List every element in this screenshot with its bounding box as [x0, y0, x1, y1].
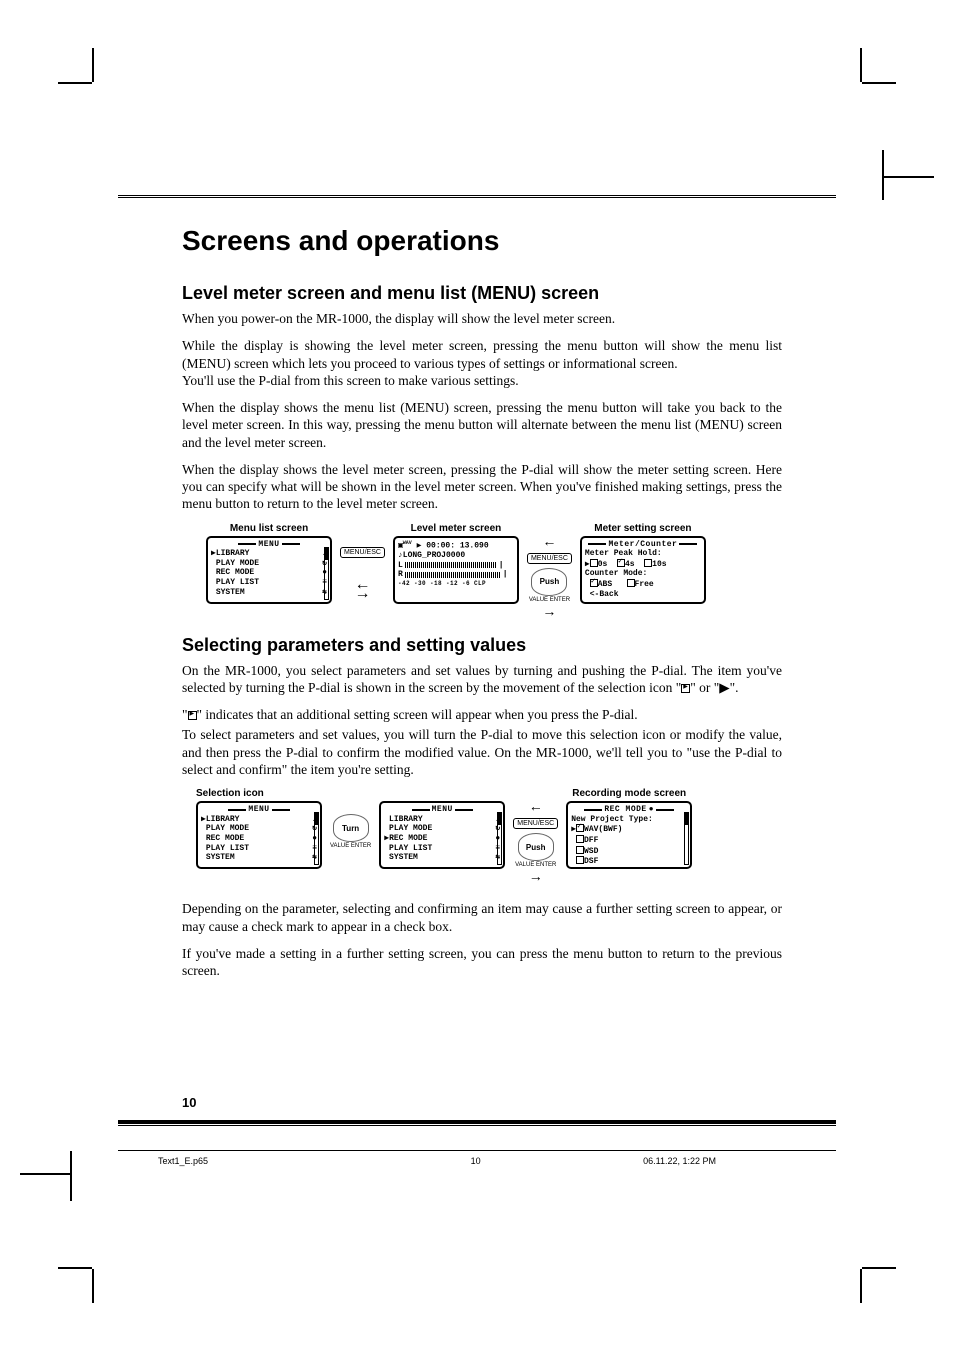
- body-text: To select parameters and set values, you…: [182, 726, 782, 778]
- body-text: On the MR-1000, you select parameters an…: [182, 662, 782, 697]
- lcd-menu-list: MENU ▶LIBRARY♪ PLAY MODE↻ REC MODE● PLAY…: [206, 536, 332, 604]
- body-text: When the display shows the menu list (ME…: [182, 399, 782, 451]
- footer: Text1_E.p65 10 06.11.22, 1:22 PM: [118, 1156, 836, 1166]
- fig-label-meter: Meter setting screen: [594, 523, 691, 534]
- crop-mark: [58, 82, 92, 84]
- crop-mark: [882, 150, 884, 200]
- crop-mark: [884, 176, 934, 178]
- lcd-menu-sel1: MENU ▶LIBRARY♪ PLAY MODE↻ REC MODE● PLAY…: [196, 801, 322, 869]
- fig-label-menu: Menu list screen: [230, 523, 308, 534]
- figure-row-1: Menu list screen MENU ▶LIBRARY♪ PLAY MOD…: [206, 523, 782, 621]
- left-arrow-icon: ←: [542, 535, 556, 551]
- header-rule: [118, 195, 836, 198]
- right-arrow-icon: →: [542, 605, 556, 621]
- p-dial-turn-icon: Turn: [333, 814, 369, 842]
- footer-rule-thin: [118, 1150, 836, 1151]
- lcd-meter-setting: Meter/Counter Meter Peak Hold: ▶0s 4s 10…: [580, 536, 706, 604]
- dial-labels: VALUE ENTER: [515, 862, 556, 868]
- crop-mark: [92, 48, 94, 82]
- page-number: 10: [182, 1095, 196, 1110]
- crop-mark: [860, 48, 862, 82]
- menu-button-icon: MENU/ESC: [340, 547, 385, 558]
- body-text: When you power-on the MR-1000, the displ…: [182, 310, 782, 327]
- fig-label-selection: Selection icon: [196, 788, 264, 799]
- crop-mark: [58, 1267, 92, 1269]
- footer-date: 06.11.22, 1:22 PM: [643, 1156, 716, 1166]
- body-text: If you've made a setting in a further se…: [182, 945, 782, 980]
- section-heading: Selecting parameters and setting values: [182, 635, 782, 656]
- body-text: While the display is showing the level m…: [182, 337, 782, 389]
- body-text: When the display shows the level meter s…: [182, 461, 782, 513]
- section-heading: Level meter screen and menu list (MENU) …: [182, 283, 782, 304]
- footer-file: Text1_E.p65: [158, 1156, 208, 1166]
- crop-mark: [92, 1269, 94, 1303]
- page-title: Screens and operations: [182, 225, 782, 257]
- selection-icon: [188, 711, 197, 720]
- menu-button-icon: MENU/ESC: [513, 818, 558, 829]
- lcd-menu-sel2: MENU LIBRARY♪ PLAY MODE↻ ▶REC MODE● PLAY…: [379, 801, 505, 869]
- selection-icon: [681, 684, 690, 693]
- footer-page: 10: [471, 1156, 481, 1166]
- fig-label-level: Level meter screen: [411, 523, 502, 534]
- crop-mark: [860, 1269, 862, 1303]
- left-arrow-icon: ←: [529, 800, 543, 816]
- fig-label-rec: Recording mode screen: [572, 788, 686, 799]
- body-text: "" indicates that an additional setting …: [182, 706, 782, 723]
- lcd-rec-mode: REC MODE ● New Project Type: ▶WAV(BWF) D…: [566, 801, 692, 869]
- dial-labels: VALUE ENTER: [330, 843, 371, 849]
- lcd-level-meter: ▣WAV ▶ 00:00: 13.090 ♪LONG_PROJ0000 L| R…: [393, 536, 519, 604]
- crop-mark: [70, 1151, 72, 1201]
- double-arrow-icon: ←→: [354, 580, 370, 599]
- dial-labels: VALUE ENTER: [529, 597, 570, 603]
- crop-mark: [20, 1173, 70, 1175]
- footer-rule: [118, 1120, 836, 1126]
- crop-mark: [862, 82, 896, 84]
- body-text: Depending on the parameter, selecting an…: [182, 900, 782, 935]
- menu-button-icon: MENU/ESC: [527, 553, 572, 564]
- figure-row-2: Selection icon MENU ▶LIBRARY♪ PLAY MODE↻…: [196, 788, 782, 886]
- p-dial-push-icon: Push: [518, 833, 554, 861]
- p-dial-icon: Push: [531, 568, 567, 596]
- right-arrow-icon: →: [529, 870, 543, 886]
- crop-mark: [862, 1267, 896, 1269]
